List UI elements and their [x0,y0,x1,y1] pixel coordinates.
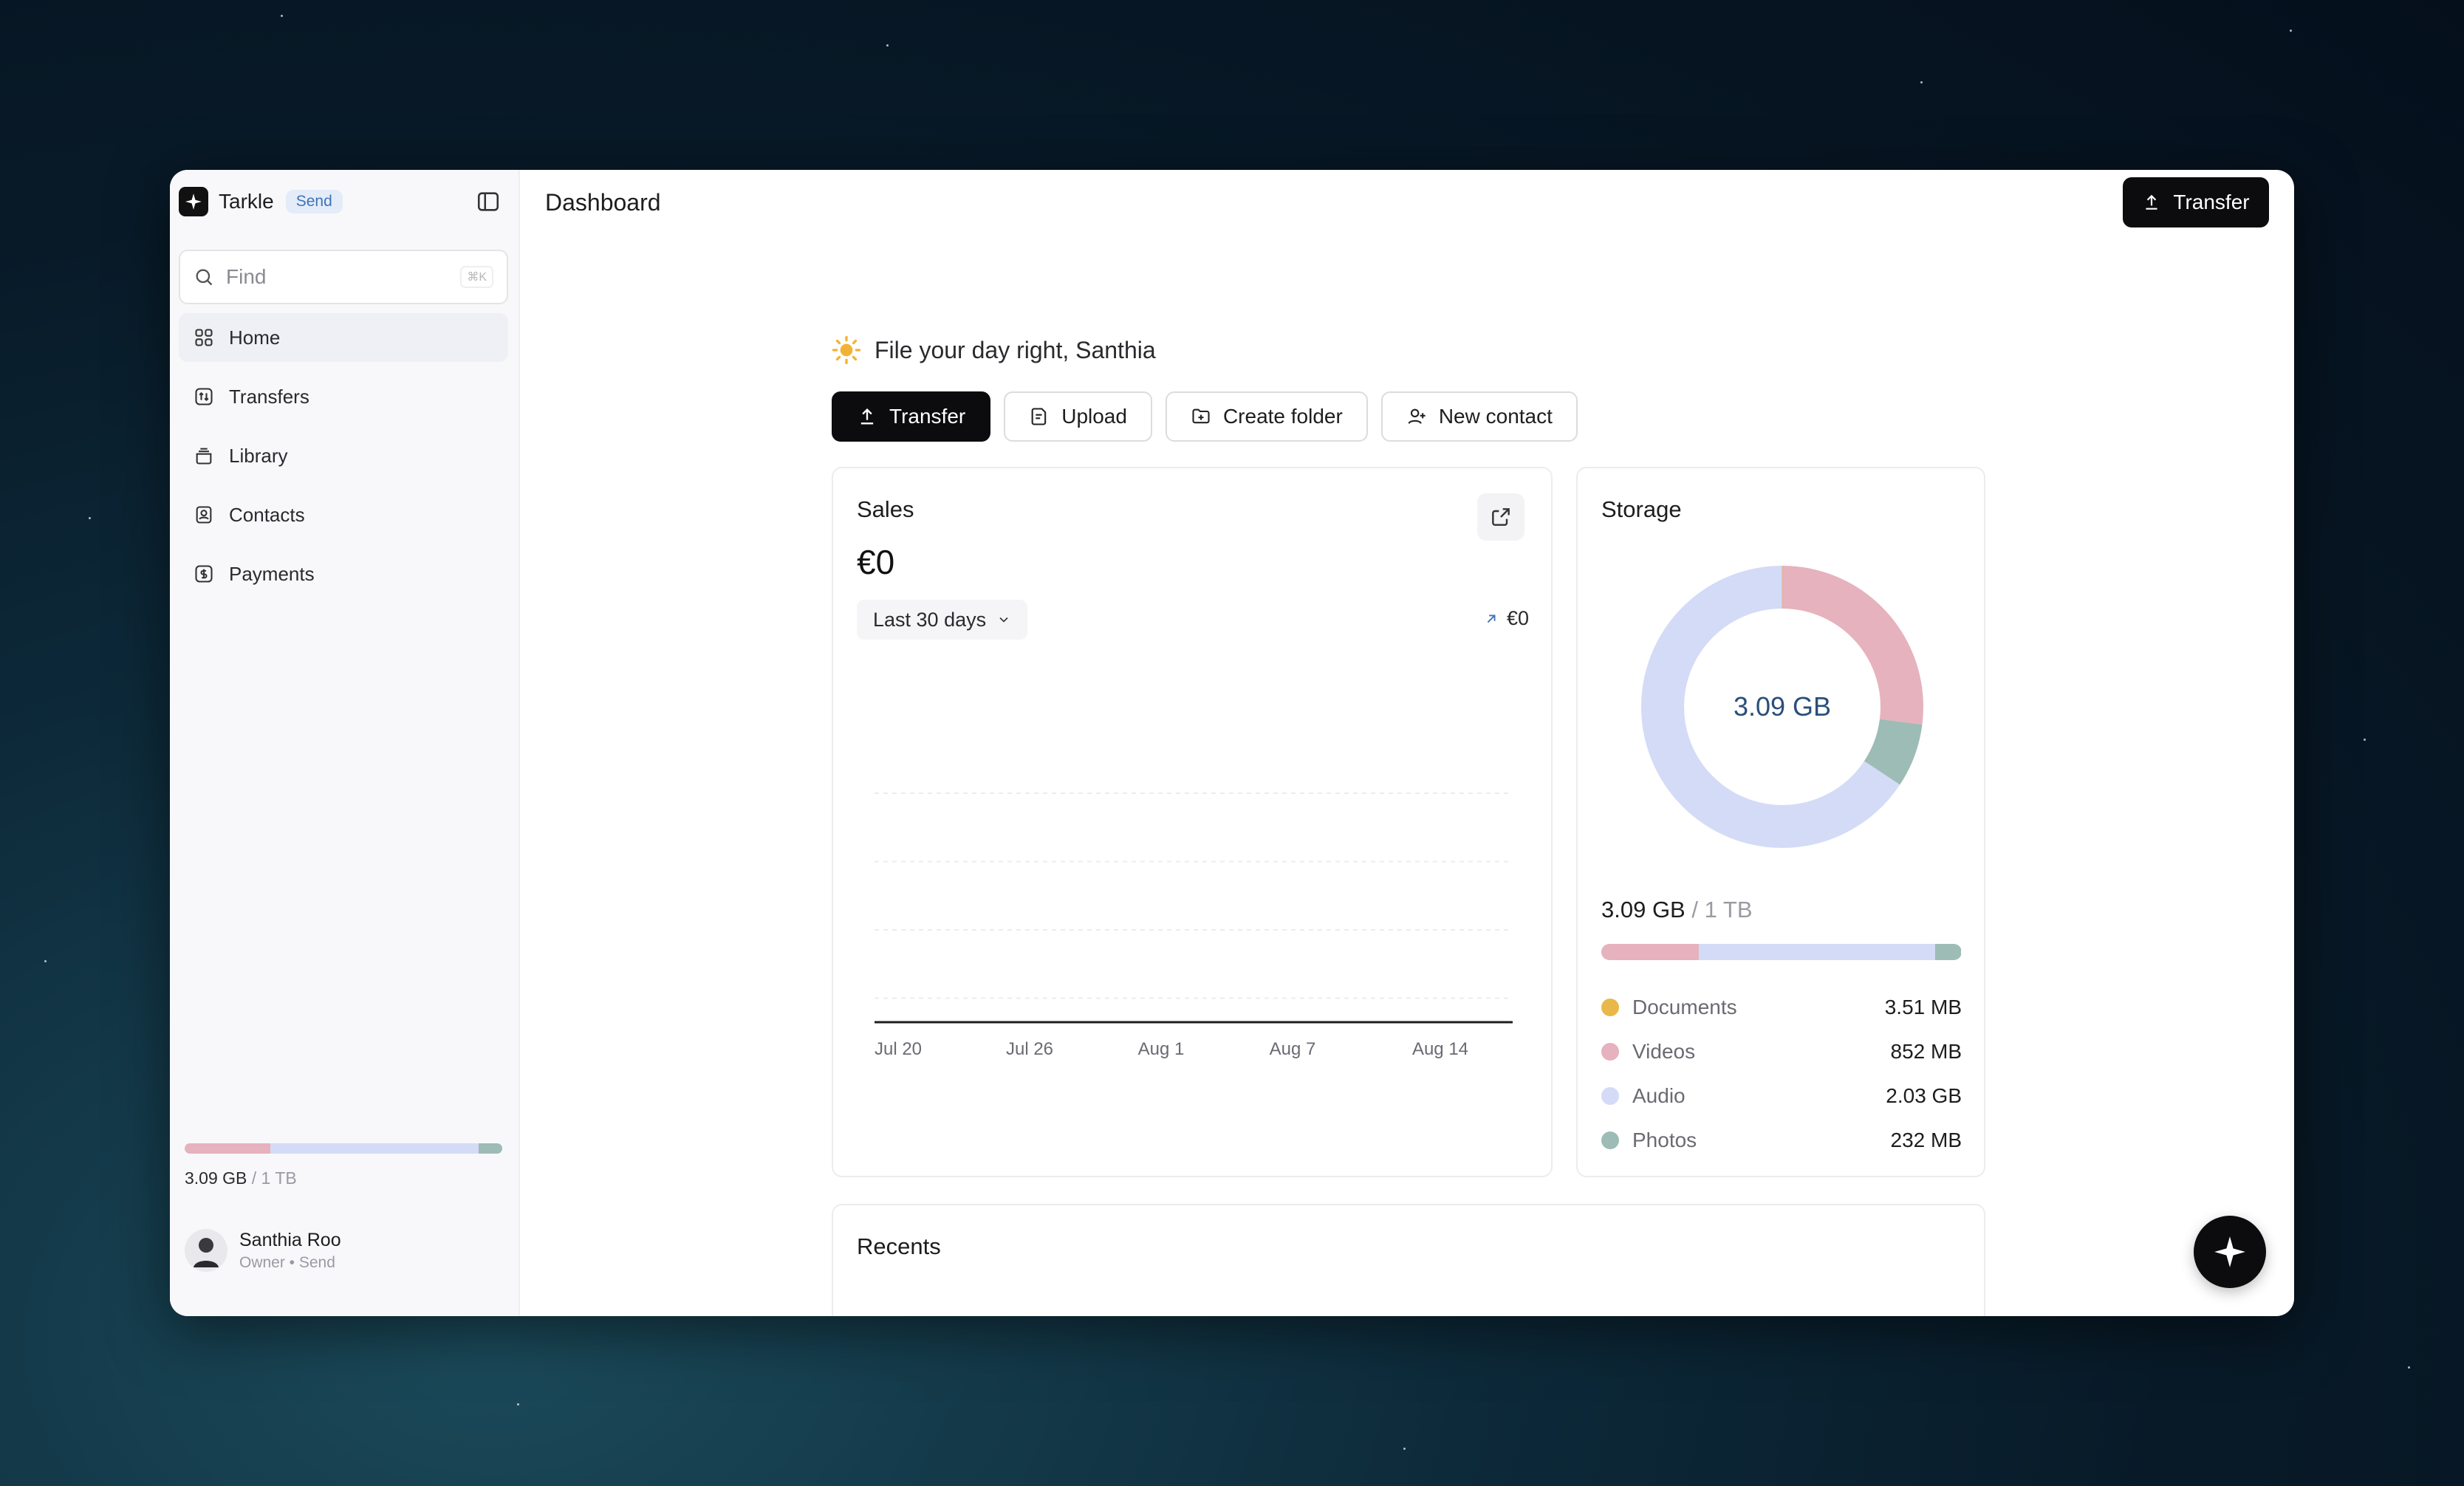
sidebar-item-label: Contacts [229,503,305,526]
sidebar-item-library[interactable]: Library [179,431,508,480]
user-role: Owner • Send [239,1253,335,1271]
arrow-up-right-icon [1487,614,1496,623]
sidebar-item-home[interactable]: Home [179,313,508,362]
transfer-button[interactable]: Transfer [832,391,991,442]
sidebar-item-label: Payments [229,562,315,585]
file-icon [1031,408,1047,425]
search-shortcut: ⌘K [460,266,493,288]
brand[interactable]: Tarkle Send [179,186,343,217]
storage-bar-segment-audio [1698,944,1935,960]
search-placeholder: Find [226,265,267,288]
new-contact-button[interactable]: New contact [1380,391,1578,442]
recents-title: Recents [857,1233,941,1259]
sidebar-item-label: Library [229,444,288,467]
upload-arrow-icon [2146,194,2157,210]
recents-card: Recents [832,1204,1985,1316]
legend-dot [1601,1087,1619,1105]
sidebar-toggle-icon[interactable] [476,189,501,214]
app-name: Tarkle [219,190,274,213]
sidebar-item-label: Transfers [229,385,309,408]
create-folder-button[interactable]: Create folder [1165,391,1368,442]
greeting: File your day right, Santhia [832,335,1156,365]
sparkle-logo-icon [179,187,208,216]
sidebar-item-payments[interactable]: Payments [179,549,508,598]
x-tick-label: Aug 1 [1138,1039,1185,1059]
contacts-icon [196,506,212,524]
sidebar: Tarkle Send Find ⌘K Home Transfers Libra… [170,170,520,1316]
legend-dot [1601,999,1619,1016]
storage-usage-text: 3.09 GB / 1 TB [1601,897,1753,922]
sales-title: Sales [857,496,914,522]
avatar [185,1229,227,1272]
storage-bar-segment-photos [1934,944,1962,960]
fab-add-button[interactable] [2194,1216,2266,1288]
legend-item-videos: Videos 852 MB [1601,1030,1962,1074]
app-badge: Send [285,190,343,213]
grid-icon [195,329,213,346]
storage-bar-segment-videos [1601,944,1699,960]
storage-title: Storage [1601,496,1682,522]
sidebar-nav: Home Transfers Library Contacts Payments [179,313,508,609]
x-tick-label: Jul 20 [875,1039,922,1059]
storage-usage-bar [1601,944,1962,960]
legend-dot [1601,1131,1619,1149]
transfer-icon [195,388,213,405]
library-icon [196,448,212,465]
donut-center-label: 3.09 GB [1733,691,1832,722]
x-tick-label: Aug 7 [1270,1039,1316,1059]
user-profile[interactable]: Santhia Roo Owner • Send [185,1229,341,1272]
share-icon [1492,508,1510,526]
folder-plus-icon [1192,408,1210,424]
legend-dot [1601,1043,1619,1061]
legend-item-audio: Audio 2.03 GB [1601,1074,1962,1118]
sun-icon [832,335,861,365]
payments-icon [195,565,213,583]
sidebar-item-label: Home [229,326,281,349]
sidebar-storage: 3.09 GB / 1 TB [185,1143,502,1188]
sparkle-plus-icon [2214,1236,2245,1267]
date-range-select[interactable]: Last 30 days [857,600,1028,640]
x-tick-label: Aug 14 [1412,1039,1468,1059]
page-title: Dashboard [545,189,661,216]
sidebar-item-contacts[interactable]: Contacts [179,490,508,539]
sidebar-item-transfers[interactable]: Transfers [179,372,508,421]
storage-usage-bar [185,1143,502,1154]
upload-button[interactable]: Upload [1004,391,1152,442]
share-button[interactable] [1477,493,1524,541]
user-name: Santhia Roo [239,1229,341,1250]
user-plus-icon [1408,408,1426,424]
quick-actions: Transfer Upload Create folder New contac… [832,391,1591,442]
search-icon [196,269,213,286]
greeting-text: File your day right, Santhia [875,336,1156,363]
search-input[interactable]: Find ⌘K [179,250,508,304]
sales-line-chart: Jul 20 Jul 26 Aug 1 Aug 7 Aug 14 [875,792,1513,1059]
legend-item-documents: Documents 3.51 MB [1601,985,1962,1030]
upload-arrow-icon [860,408,874,425]
chevron-down-icon [999,617,1008,623]
storage-legend: Documents 3.51 MB Videos 852 MB Audio 2.… [1601,985,1962,1163]
header-transfer-button[interactable]: Transfer [2123,177,2269,227]
sales-delta: €0 [1483,607,1529,630]
storage-usage-text: 3.09 GB / 1 TB [185,1168,297,1188]
storage-card: Storage 3.09 GB 3.09 GB / 1 TB Documents… [1576,467,1985,1177]
sales-card: Sales €0 Last 30 days €0 Jul 20 Jul 26 Aug… [832,467,1553,1177]
legend-item-photos: Photos 232 MB [1601,1118,1962,1163]
sales-total: €0 [857,543,895,581]
x-tick-label: Jul 26 [1006,1039,1053,1059]
app-window: Tarkle Send Find ⌘K Home Transfers Libra… [170,170,2294,1316]
